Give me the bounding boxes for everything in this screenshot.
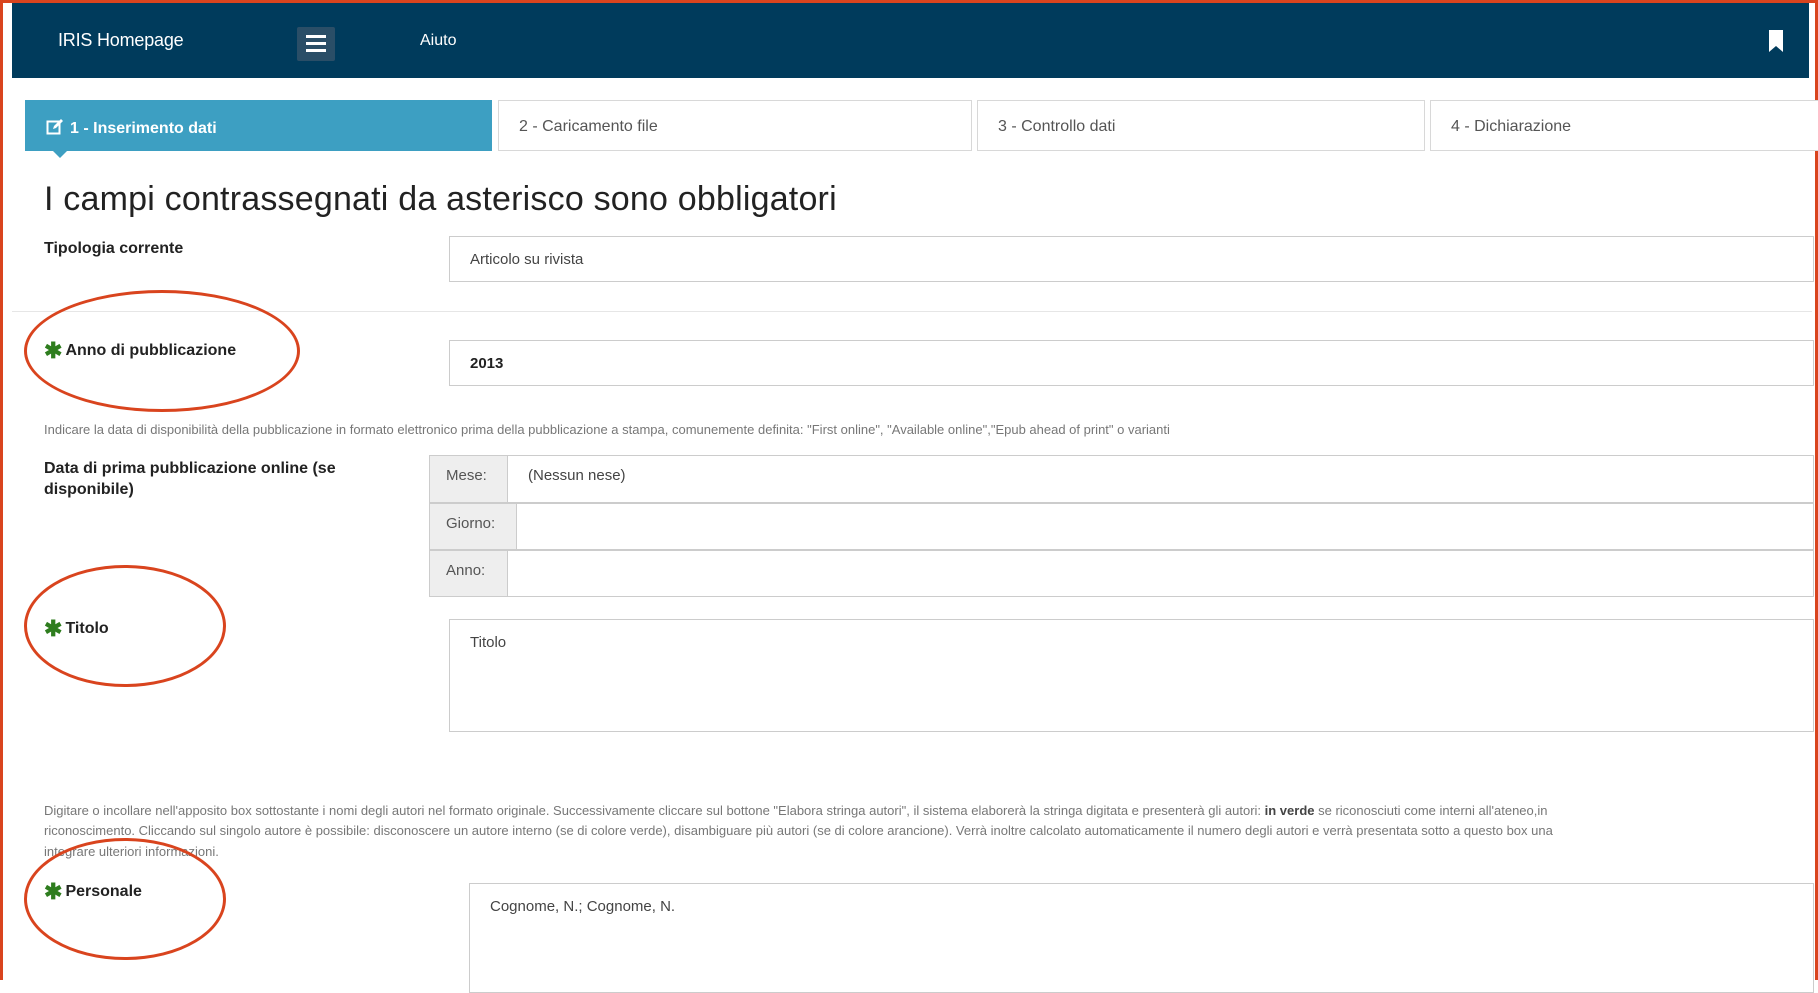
month-select[interactable]: (Nessun nese) <box>508 455 1814 503</box>
annotation-circle-anno <box>24 290 300 412</box>
day-addon: Giorno: <box>429 503 517 550</box>
tab-label: 4 - Dichiarazione <box>1451 118 1572 135</box>
titolo-textarea[interactable]: Titolo <box>449 619 1814 732</box>
online-date-label: Data di prima pubblicazione online (se d… <box>44 458 336 500</box>
month-value: (Nessun nese) <box>528 467 626 484</box>
bookmark-icon[interactable] <box>1767 29 1785 53</box>
year-input[interactable] <box>508 550 1814 597</box>
authors-help-line1: Digitare o incollare nell'apposito box s… <box>44 801 1548 820</box>
active-step-caret <box>52 150 68 158</box>
page-title: I campi contrassegnati da asterisco sono… <box>44 180 837 218</box>
edit-icon <box>46 119 63 135</box>
online-date-label-line1: Data di prima pubblicazione online (se <box>44 460 336 477</box>
tab-controllo-dati[interactable]: 3 - Controllo dati <box>977 100 1425 151</box>
tipologia-field: Articolo su rivista <box>449 236 1814 282</box>
authors-help-green: in verde <box>1264 803 1315 818</box>
authors-help-line1a: Digitare o incollare nell'apposito box s… <box>44 803 1265 818</box>
tab-caricamento-file[interactable]: 2 - Caricamento file <box>498 100 972 151</box>
annotation-circle-personale <box>24 838 226 960</box>
online-help-text: Indicare la data di disponibilità della … <box>44 422 1170 437</box>
personale-placeholder: Cognome, N.; Cognome, N. <box>490 898 676 915</box>
authors-help-line2: riconoscimento. Cliccando sul singolo au… <box>44 823 1553 838</box>
online-date-label-line2: disponibile) <box>44 481 134 498</box>
tipologia-value: Articolo su rivista <box>470 251 584 268</box>
anno-value: 2013 <box>470 355 504 372</box>
top-navbar: IRIS Homepage Aiuto <box>12 3 1809 78</box>
authors-help-line1c: se riconosciuti come interni all'ateneo,… <box>1314 803 1548 818</box>
help-link[interactable]: Aiuto <box>420 32 456 50</box>
annotation-circle-titolo <box>24 565 226 687</box>
titolo-placeholder: Titolo <box>470 634 507 651</box>
divider <box>12 311 1812 312</box>
tab-inserimento-dati[interactable]: 1 - Inserimento dati <box>25 100 492 158</box>
tab-label: 2 - Caricamento file <box>519 118 658 135</box>
month-addon: Mese: <box>429 455 508 503</box>
personale-textarea[interactable]: Cognome, N.; Cognome, N. <box>469 883 1814 993</box>
hamburger-icon[interactable] <box>297 27 335 61</box>
anno-input[interactable]: 2013 <box>449 340 1814 386</box>
tab-label: 3 - Controllo dati <box>998 118 1116 135</box>
year-addon: Anno: <box>429 550 508 597</box>
tab-label: 1 - Inserimento dati <box>70 120 217 137</box>
brand-link[interactable]: IRIS Homepage <box>58 30 184 51</box>
tab-dichiarazione[interactable]: 4 - Dichiarazione <box>1430 100 1818 151</box>
day-input[interactable] <box>517 503 1814 550</box>
tipologia-label: Tipologia corrente <box>44 240 184 257</box>
